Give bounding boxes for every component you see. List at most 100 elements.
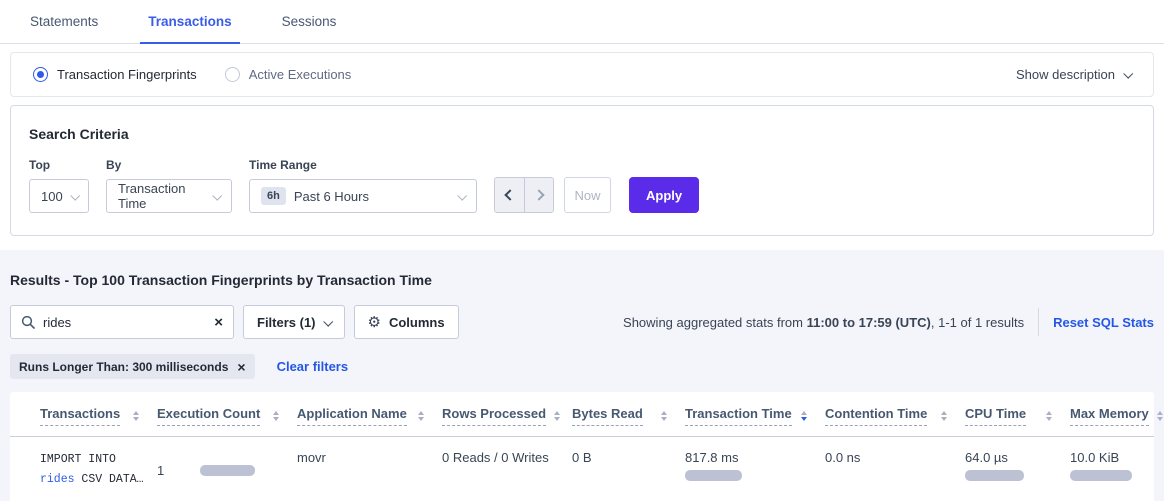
view-mode-bar: Transaction Fingerprints Active Executio…	[10, 52, 1154, 97]
cell-application-name: movr	[297, 437, 442, 501]
sort-icon[interactable]	[653, 411, 667, 422]
chevron-down-icon	[70, 190, 80, 200]
sort-icon[interactable]	[1149, 411, 1163, 422]
now-button[interactable]: Now	[564, 177, 611, 213]
transaction-time-value: 817.8 ms	[685, 450, 811, 465]
cell-rows-processed: 0 Reads / 0 Writes	[442, 437, 572, 501]
transactions-table: Transactions Execution Count Application…	[10, 392, 1154, 501]
clear-filters-link[interactable]: Clear filters	[277, 359, 349, 374]
cell-transaction-time: 817.8 ms	[685, 437, 825, 501]
transaction-statement-line1: IMPORT INTO	[40, 450, 143, 470]
transaction-time-bar	[685, 470, 742, 481]
by-select-value: Transaction Time	[118, 181, 205, 211]
cell-max-memory: 10.0 KiB	[1070, 437, 1158, 501]
sort-icon[interactable]	[410, 411, 424, 422]
time-range-badge: 6h	[261, 187, 286, 205]
stats-suffix: , 1-1 of 1 results	[931, 315, 1024, 330]
page-top: Statements Transactions Sessions Transac…	[0, 0, 1164, 250]
table-row[interactable]: IMPORT INTO rides CSV DATA… 1 movr 0 Rea…	[10, 437, 1154, 501]
next-time-window-button[interactable]	[524, 178, 553, 212]
show-description-label: Show description	[1016, 67, 1115, 82]
sort-icon[interactable]	[546, 411, 560, 422]
results-title: Results - Top 100 Transaction Fingerprin…	[10, 272, 1154, 288]
columns-button-label: Columns	[389, 315, 445, 330]
clear-search-icon[interactable]: ×	[214, 315, 223, 330]
time-range-select[interactable]: 6h Past 6 Hours	[249, 179, 477, 213]
cell-bytes-read: 0 B	[572, 437, 685, 501]
sort-icon[interactable]	[1038, 411, 1052, 422]
remove-filter-icon[interactable]: ×	[237, 359, 245, 375]
time-window-pager	[494, 177, 554, 213]
tab-bar: Statements Transactions Sessions	[0, 0, 1164, 44]
apply-button[interactable]: Apply	[629, 177, 699, 213]
radio-transaction-fingerprints[interactable]: Transaction Fingerprints	[33, 67, 197, 82]
search-criteria-card: Search Criteria Top 100 By Transaction T…	[10, 105, 1154, 236]
column-header-transactions[interactable]: Transactions	[40, 392, 157, 436]
search-input[interactable]	[43, 315, 206, 330]
gear-icon: ⚙	[368, 313, 381, 331]
reset-sql-stats-link[interactable]: Reset SQL Stats	[1053, 315, 1154, 330]
column-header-transaction-time[interactable]: Transaction Time	[685, 392, 825, 436]
results-section: Results - Top 100 Transaction Fingerprin…	[0, 250, 1164, 501]
columns-button[interactable]: ⚙ Columns	[354, 305, 459, 339]
column-header-contention-time[interactable]: Contention Time	[825, 392, 965, 436]
filter-chip-label: Runs Longer Than: 300 milliseconds	[19, 360, 228, 374]
max-memory-bar	[1070, 470, 1132, 481]
top-label: Top	[29, 158, 89, 172]
tab-transactions[interactable]: Transactions	[146, 0, 233, 43]
tab-statements[interactable]: Statements	[28, 0, 100, 43]
column-header-cpu-time[interactable]: CPU Time	[965, 392, 1070, 436]
tab-sessions[interactable]: Sessions	[280, 0, 339, 43]
column-header-max-memory[interactable]: Max Memory	[1070, 392, 1158, 436]
column-header-bytes-read[interactable]: Bytes Read	[572, 392, 685, 436]
by-select[interactable]: Transaction Time	[106, 179, 232, 213]
previous-time-window-button[interactable]	[495, 178, 524, 212]
chevron-down-icon	[457, 190, 467, 200]
active-filters-row: Runs Longer Than: 300 milliseconds × Cle…	[10, 354, 1154, 379]
time-range-label: Time Range	[249, 158, 477, 172]
stats-prefix: Showing aggregated stats from	[623, 315, 807, 330]
column-header-rows-processed[interactable]: Rows Processed	[442, 392, 572, 436]
cpu-time-bar	[965, 470, 1024, 481]
column-header-application-name[interactable]: Application Name	[297, 392, 442, 436]
filters-button[interactable]: Filters (1)	[243, 305, 345, 339]
max-memory-value: 10.0 KiB	[1070, 450, 1144, 465]
sort-icon[interactable]	[933, 411, 947, 422]
cell-execution-count: 1	[157, 437, 297, 501]
highlighted-search-term: rides	[40, 473, 75, 486]
column-header-execution-count[interactable]: Execution Count	[157, 392, 297, 436]
show-description-toggle[interactable]: Show description	[1016, 67, 1131, 82]
vertical-divider	[1038, 308, 1039, 336]
by-label: By	[106, 158, 232, 172]
radio-active-executions[interactable]: Active Executions	[225, 67, 352, 82]
chevron-down-icon	[323, 316, 333, 326]
cell-contention-time: 0.0 ns	[825, 437, 965, 501]
time-range-field: Time Range 6h Past 6 Hours	[249, 158, 477, 213]
top-select[interactable]: 100	[29, 179, 89, 213]
by-field: By Transaction Time	[106, 158, 232, 213]
sort-icon[interactable]	[125, 411, 139, 422]
radio-unchecked-icon	[225, 67, 240, 82]
stats-time-range: 11:00 to 17:59 (UTC)	[807, 315, 931, 330]
search-criteria-controls: Top 100 By Transaction Time Time Range 6…	[29, 158, 1135, 213]
table-header-row: Transactions Execution Count Application…	[10, 392, 1154, 437]
radio-checked-icon	[33, 67, 48, 82]
radio-label: Active Executions	[249, 67, 352, 82]
filter-chip: Runs Longer Than: 300 milliseconds ×	[10, 354, 255, 379]
results-controls: × Filters (1) ⚙ Columns Showing aggregat…	[10, 305, 1154, 339]
chevron-right-icon	[533, 189, 544, 200]
cell-transaction-fingerprint[interactable]: IMPORT INTO rides CSV DATA…	[40, 437, 157, 501]
execution-count-value: 1	[157, 463, 164, 478]
transaction-statement-line2: rides CSV DATA…	[40, 470, 143, 490]
chevron-down-icon	[1123, 69, 1133, 79]
time-range-value: Past 6 Hours	[294, 189, 450, 204]
sort-icon[interactable]	[265, 411, 279, 422]
search-criteria-title: Search Criteria	[29, 126, 1135, 142]
search-icon	[21, 315, 35, 329]
stats-summary: Showing aggregated stats from 11:00 to 1…	[623, 315, 1024, 330]
top-select-value: 100	[41, 189, 63, 204]
cpu-time-value: 64.0 µs	[965, 450, 1056, 465]
top-field: Top 100	[29, 158, 89, 213]
sort-desc-icon[interactable]	[793, 411, 807, 422]
radio-label: Transaction Fingerprints	[57, 67, 197, 82]
